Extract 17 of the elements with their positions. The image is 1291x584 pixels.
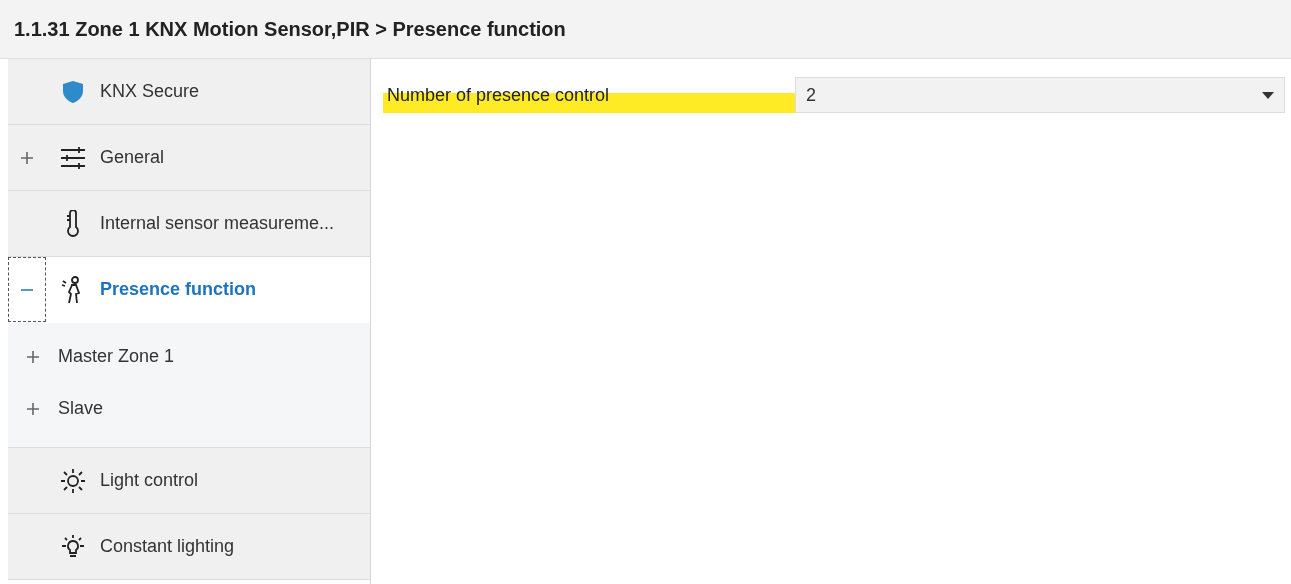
sidebar-item[interactable]: Internal sensor measureme... bbox=[8, 191, 370, 257]
expand-icon[interactable] bbox=[21, 151, 33, 164]
dropdown[interactable]: 2 bbox=[795, 77, 1285, 113]
sidebar-item[interactable]: Light control bbox=[8, 448, 370, 514]
sidebar-item[interactable]: Constant lighting bbox=[8, 514, 370, 580]
sidebar-item[interactable]: General bbox=[8, 125, 370, 191]
expand-icon[interactable] bbox=[27, 351, 39, 363]
sidebar-subitem[interactable]: Slave bbox=[8, 385, 370, 431]
thermometer-icon bbox=[65, 209, 81, 238]
sidebar-subitem[interactable]: Master Zone 1 bbox=[8, 333, 370, 379]
sliders-icon bbox=[59, 144, 87, 171]
sidebar-item[interactable]: KNX Secure bbox=[8, 59, 370, 125]
dropdown-arrow-icon bbox=[1262, 91, 1274, 99]
expand-icon[interactable] bbox=[27, 403, 39, 415]
shield-icon bbox=[62, 79, 84, 104]
window-title: 1.1.31 Zone 1 KNX Motion Sensor,PIR > Presence function bbox=[14, 17, 566, 41]
sun-icon bbox=[59, 466, 87, 495]
